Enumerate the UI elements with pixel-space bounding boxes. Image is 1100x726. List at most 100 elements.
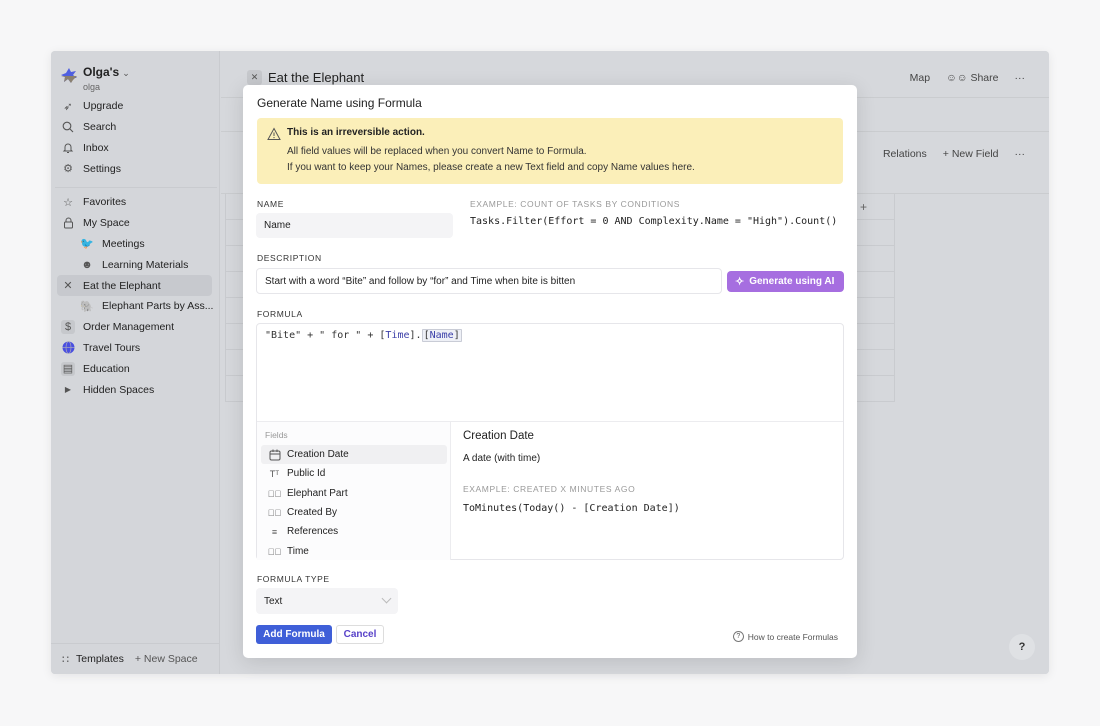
dialog-title: Generate Name using Formula: [257, 96, 422, 110]
link-circle-icon: ↗⃝: [267, 546, 282, 557]
generate-ai-button[interactable]: ✧ Generate using AI: [727, 271, 844, 292]
page-title: ✕ Eat the Elephant: [247, 70, 364, 85]
new-space-button[interactable]: + New Space: [135, 653, 198, 665]
nerd-face-icon: ☻: [81, 258, 93, 271]
sidebar-item-learning-materials[interactable]: ☻ Learning Materials: [51, 254, 220, 275]
templates-button[interactable]: Templates: [76, 653, 124, 665]
bell-icon: [61, 141, 75, 155]
sidebar-item-education[interactable]: ▤ Education: [51, 358, 220, 379]
name-input[interactable]: Name: [256, 213, 453, 238]
dollar-icon: $: [61, 320, 75, 335]
field-item-elephant-part[interactable]: ↗⃝ Elephant Part: [261, 484, 447, 503]
plus-icon: +: [942, 148, 952, 160]
map-button[interactable]: Map: [910, 72, 930, 84]
sidebar-item-hidden-spaces[interactable]: ▶ Hidden Spaces: [51, 379, 220, 400]
sidebar-item-search[interactable]: Search: [51, 117, 220, 138]
field-item-created-by[interactable]: ↗⃝ Created By: [261, 503, 447, 522]
lock-icon: [61, 216, 75, 230]
field-item-label: References: [287, 526, 339, 537]
chevron-down-icon: ⌄: [122, 68, 130, 78]
example-code: Tasks.Filter(Effort = 0 AND Complexity.N…: [470, 216, 838, 227]
workspace-logo-icon: [61, 68, 77, 83]
sidebar-item-elephant-parts[interactable]: 🐘 Elephant Parts by Ass...: [51, 296, 220, 317]
fork-knife-icon: ✕: [63, 280, 73, 293]
field-item-public-id[interactable]: Tᵀ Public Id: [261, 464, 447, 483]
sidebar-spaces: ☆ Favorites My Space 🐦 Meetings ☻ Learning …: [51, 192, 220, 400]
add-column-button[interactable]: +: [860, 200, 867, 214]
formula-type-select[interactable]: Text: [256, 588, 398, 614]
warning-banner: This is an irreversible action. All fiel…: [257, 118, 843, 184]
share-label: Share: [970, 72, 999, 84]
page-title-text: Eat the Elephant: [268, 70, 365, 85]
field-detail-description: A date (with time): [463, 453, 541, 464]
chevron-down-icon: [381, 593, 392, 604]
sidebar-item-label: Search: [83, 121, 117, 134]
search-icon: [61, 120, 75, 134]
formula-field-ref: Name: [429, 330, 454, 341]
formula-code[interactable]: "Bite" + " for " + [Time]. [Name]: [265, 329, 462, 342]
workspace-switcher[interactable]: Olga's ⌄ olga: [60, 63, 130, 92]
sidebar-item-travel-tours[interactable]: Travel Tours: [51, 338, 220, 359]
description-input[interactable]: Start with a word “Bite” and follow by “…: [256, 268, 722, 294]
sidebar-item-label: Favorites: [83, 196, 127, 209]
sidebar-item-label: Elephant Parts by Ass...: [102, 300, 214, 313]
templates-icon: ∷: [62, 653, 69, 666]
field-item-label: Time: [287, 546, 309, 557]
sidebar-item-label: Hidden Spaces: [83, 383, 155, 396]
sidebar-item-my-space[interactable]: My Space: [51, 213, 220, 234]
formula-text: ].: [409, 330, 422, 341]
globe-icon: [61, 341, 75, 355]
sidebar-item-label: Order Management: [83, 321, 175, 334]
sidebar-item-inbox[interactable]: Inbox: [51, 138, 220, 159]
name-label: NAME: [257, 199, 284, 209]
table-toolbar-actions: Relations + New Field ···: [883, 148, 1025, 160]
share-button[interactable]: ☺☺ Share: [946, 72, 998, 84]
formula-field-selected: [Name]: [421, 329, 462, 342]
users-icon: ☺☺: [946, 72, 971, 84]
help-circle-icon: ?: [732, 631, 744, 642]
field-detail-example-label: EXAMPLE: CREATED X MINUTES AGO: [463, 484, 636, 494]
field-item-label: Elephant Part: [287, 488, 348, 499]
workspace-name: Olga's: [83, 65, 120, 79]
sidebar-item-favorites[interactable]: ☆ Favorites: [51, 192, 220, 213]
references-icon: ≡: [271, 526, 278, 537]
sidebar-item-label: Travel Tours: [83, 341, 141, 354]
sidebar-item-eat-the-elephant[interactable]: ✕ Eat the Elephant: [57, 275, 212, 296]
sidebar-divider: [55, 187, 217, 188]
formula-field-ref: Time: [385, 330, 410, 341]
sidebar-item-meetings[interactable]: 🐦 Meetings: [51, 234, 220, 255]
sidebar-item-order-management[interactable]: $ Order Management: [51, 317, 220, 338]
field-item-creation-date[interactable]: Creation Date: [261, 445, 447, 464]
field-item-label: Creation Date: [287, 449, 349, 460]
sidebar-item-upgrade[interactable]: ➶ Upgrade: [51, 96, 220, 117]
star-icon: ☆: [63, 196, 73, 209]
field-item-references[interactable]: ≡ References: [261, 522, 447, 541]
formula-editor[interactable]: "Bite" + " for " + [Time]. [Name] Fields …: [256, 323, 844, 560]
field-item-time[interactable]: ↗⃝ Time: [261, 542, 447, 561]
plus-icon: +: [134, 653, 144, 665]
how-to-formulas-link[interactable]: ? How to create Formulas: [732, 631, 838, 642]
new-space-label: New Space: [143, 653, 198, 665]
help-button[interactable]: ?: [1009, 634, 1035, 660]
sidebar-item-settings[interactable]: ⚙ Settings: [51, 158, 220, 179]
notebook-icon: ▤: [61, 361, 75, 376]
cancel-button[interactable]: Cancel: [336, 625, 384, 644]
formula-type-label: FORMULA TYPE: [257, 574, 330, 584]
add-formula-button[interactable]: Add Formula: [256, 625, 332, 644]
top-actions: Map ☺☺ Share ···: [910, 72, 1025, 84]
sidebar-item-label: Upgrade: [83, 100, 124, 113]
sidebar-top-nav: ➶ Upgrade Search Inbox ⚙ Settings: [51, 96, 220, 179]
sidebar: Olga's ⌄ olga ➶ Upgrade Search Inbox ⚙ Sett…: [51, 51, 220, 674]
sidebar-item-label: My Space: [83, 217, 130, 230]
new-field-button[interactable]: + New Field: [943, 148, 999, 160]
sidebar-item-label: Eat the Elephant: [83, 279, 161, 292]
formula-dialog: Generate Name using Formula This is an i…: [243, 85, 857, 658]
field-detail-title: Creation Date: [463, 430, 534, 442]
more-options-button[interactable]: ···: [1015, 72, 1026, 84]
example-label: EXAMPLE: COUNT OF TASKS BY CONDITIONS: [470, 199, 681, 209]
field-item-label: Public Id: [287, 468, 326, 479]
toolbar-more-button[interactable]: ···: [1015, 148, 1026, 160]
relations-button[interactable]: Relations: [883, 148, 927, 160]
generate-ai-label: Generate using AI: [749, 276, 835, 287]
warning-line: All field values will be replaced when y…: [287, 146, 587, 157]
